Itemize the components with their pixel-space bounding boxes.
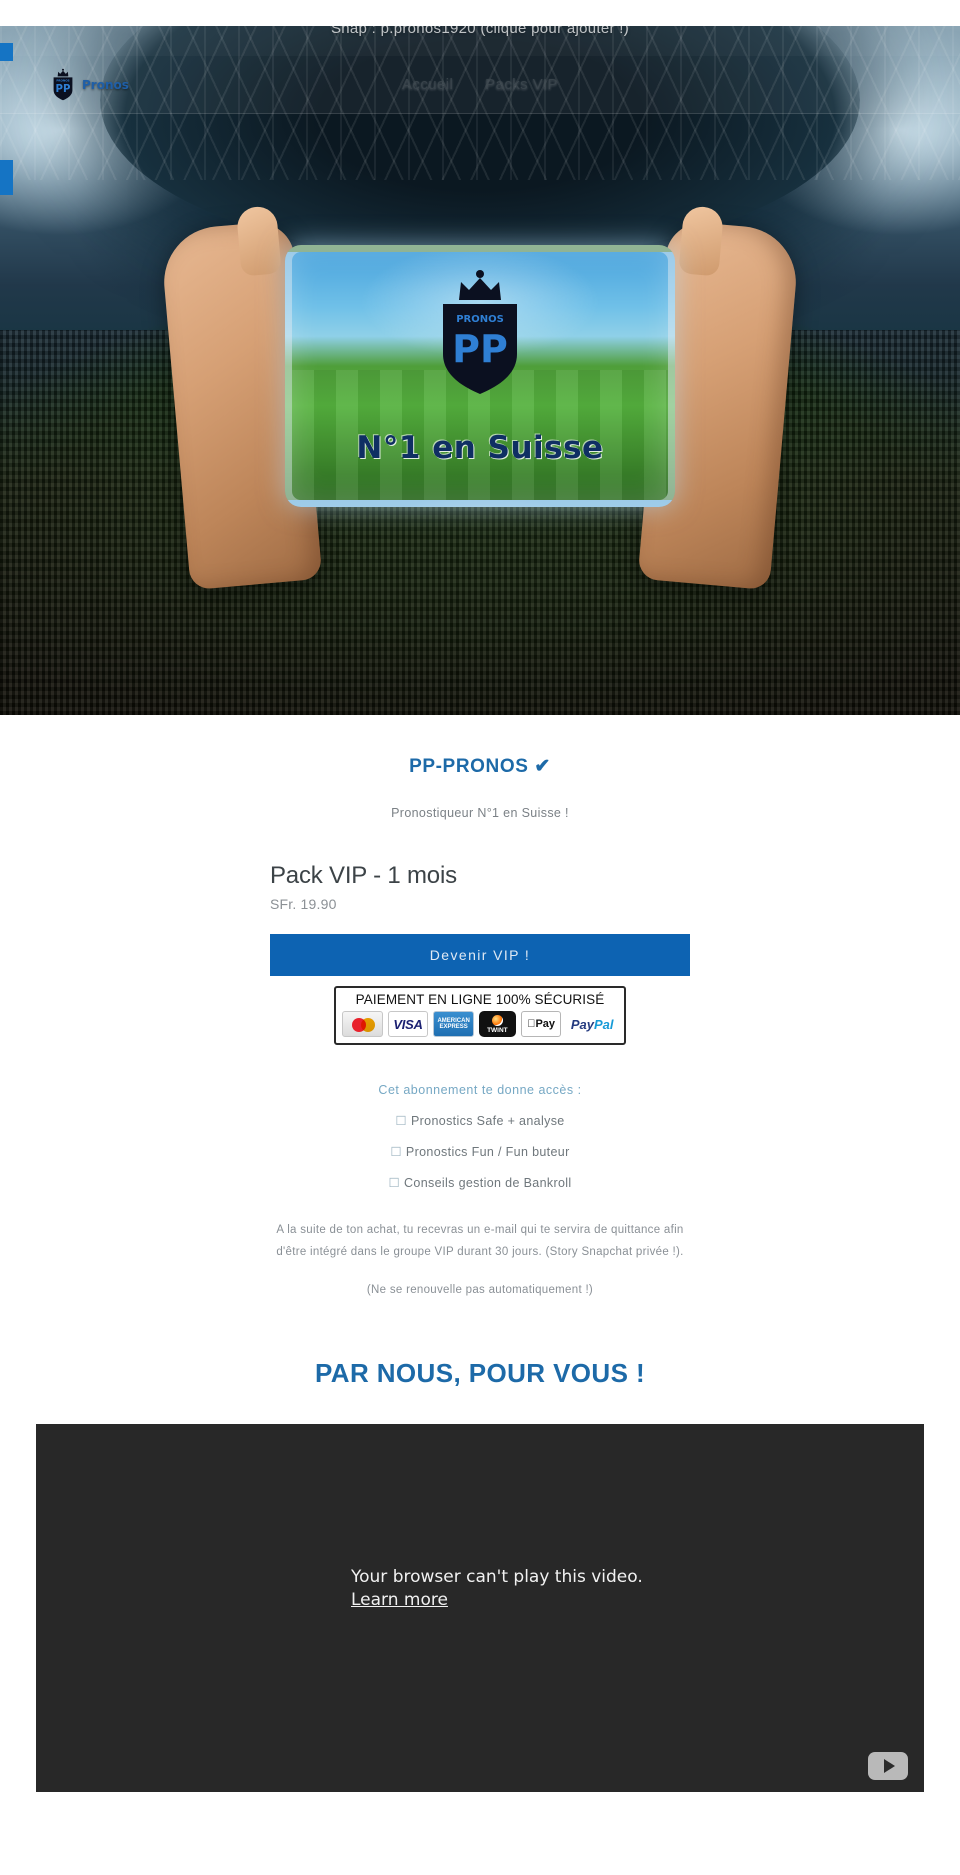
secure-payment-title: PAIEMENT EN LIGNE 100% SÉCURISÉ	[355, 992, 605, 1007]
purchase-note: A la suite de ton achat, tu recevras un …	[276, 1224, 684, 1258]
feature-label-2: Pronostics Fun / Fun buteur	[405, 1145, 570, 1159]
finger-right	[678, 205, 725, 277]
top-white-strip	[0, 0, 960, 26]
svg-text:PRONOS: PRONOS	[456, 314, 504, 325]
bullet-box-icon: ☐	[390, 1145, 402, 1159]
nav-links: Accueil Packs VIP	[402, 76, 558, 93]
twint-icon: TWINT	[478, 1011, 516, 1037]
video-player[interactable]: Your browser can't play this video. Lear…	[36, 1423, 924, 1792]
hero-banner: PRONOS PP N°1 en Suisse Snap : p.pronos1…	[0, 0, 960, 715]
feature-item-3: ☐ Conseils gestion de Bankroll	[0, 1175, 960, 1190]
video-section-heading: PAR NOUS, POUR VOUS !	[314, 1357, 646, 1388]
apple-pay-icon: Pay	[520, 1011, 562, 1037]
tablet-device: PRONOS PP N°1 en Suisse	[285, 245, 675, 507]
paypal-icon: Pay Pal	[566, 1011, 618, 1037]
feature-label-1: Pronostics Safe + analyse	[410, 1114, 565, 1128]
nav-item-accueil[interactable]: Accueil	[402, 76, 453, 93]
finger-left	[235, 205, 282, 277]
buy-button[interactable]: Devenir VIP !	[270, 934, 690, 976]
feature-label-3: Conseils gestion de Bankroll	[404, 1176, 572, 1190]
video-section: PAR NOUS, POUR VOUS ! Your browser can't…	[0, 1358, 960, 1792]
brand-label: Pronos	[82, 77, 129, 92]
apple-pay-label: Pay	[531, 1018, 555, 1030]
product-details: Pack VIP - 1 mois SFr. 19.90	[270, 862, 690, 912]
site-logo[interactable]: PRONOS PP Pronos	[48, 68, 129, 102]
twint-label: TWINT	[487, 1026, 508, 1034]
payment-methods-row: VISA AMERICAN EXPRESS TWINT Pay PayPal	[342, 1011, 618, 1037]
visa-icon: VISA	[387, 1011, 429, 1037]
secure-payment-badge: PAIEMENT EN LIGNE 100% SÉCURISÉ VISA AME…	[334, 986, 626, 1045]
left-edge-marker-bottom	[0, 160, 13, 195]
american-express-icon: AMERICAN EXPRESS	[433, 1011, 474, 1037]
bullet-box-icon: ☐	[388, 1176, 401, 1190]
svg-text:PRONOS: PRONOS	[56, 78, 69, 82]
pp-pronos-shield-icon: PRONOS PP	[443, 270, 517, 394]
svg-text:PP: PP	[452, 327, 508, 371]
nav-item-packs-vip[interactable]: Packs VIP	[485, 76, 558, 93]
tablet-caption: N°1 en Suisse	[356, 430, 604, 466]
svg-text:PP: PP	[56, 84, 71, 95]
access-title: Cet abonnement te donne accès :	[378, 1083, 582, 1097]
video-error-message: Your browser can't play this video. Lear…	[351, 1566, 643, 1612]
product-price: SFr. 19.90	[270, 896, 337, 912]
left-edge-marker-top	[0, 43, 13, 61]
crown-shield-icon: PRONOS PP	[53, 68, 73, 100]
page-title: PP-PRONOS ✔	[409, 756, 551, 777]
youtube-play-icon[interactable]	[868, 1751, 908, 1780]
bullet-box-icon: ☐	[395, 1114, 407, 1128]
product-name: Pack VIP - 1 mois	[270, 862, 457, 889]
video-error-text: Your browser can't play this video.	[351, 1566, 643, 1587]
renewal-note: (Ne se renouvelle pas automatiquement !)	[366, 1283, 594, 1296]
feature-item-1: ☐ Pronostics Safe + analyse	[0, 1113, 960, 1128]
feature-item-2: ☐ Pronostics Fun / Fun buteur	[0, 1144, 960, 1159]
product-section: PP-PRONOS ✔ Pronostiqueur N°1 en Suisse …	[0, 715, 960, 1296]
main-navbar: PRONOS PP Pronos Accueil Packs VIP	[0, 56, 960, 114]
page-subtitle: Pronostiqueur N°1 en Suisse !	[391, 806, 569, 820]
play-triangle-icon	[884, 1758, 895, 1773]
mastercard-icon	[342, 1011, 383, 1037]
learn-more-link[interactable]: Learn more	[351, 1590, 448, 1610]
